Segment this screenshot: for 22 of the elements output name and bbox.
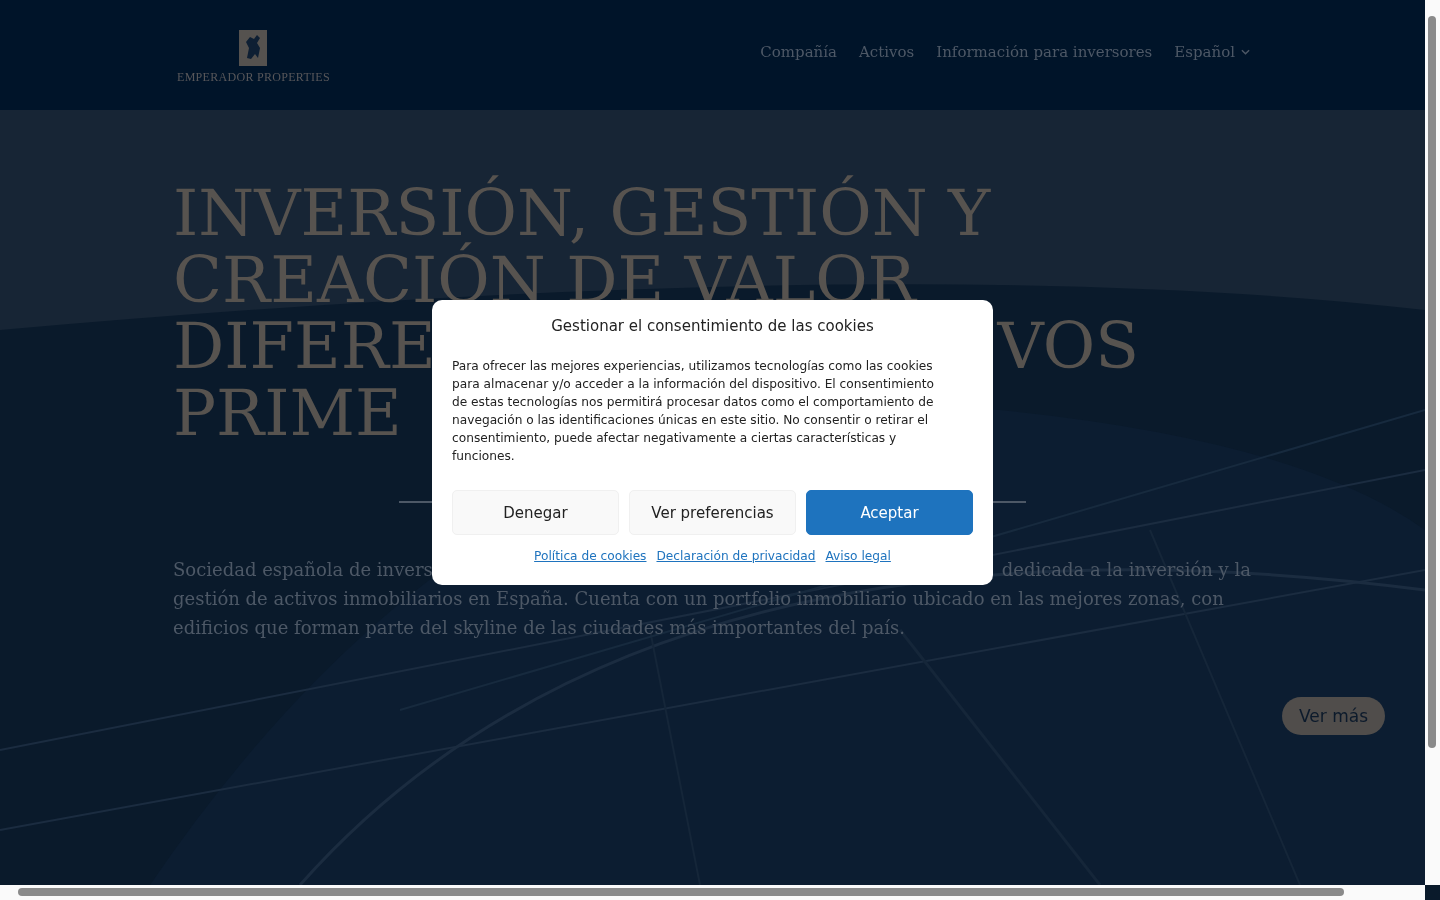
nav-link[interactable]: Activos: [859, 43, 915, 61]
consent-button[interactable]: Ver preferencias: [629, 490, 796, 535]
nav-link[interactable]: Español: [1174, 43, 1250, 61]
nav-link[interactable]: Compañía: [760, 43, 837, 61]
chevron-down-icon: [1241, 49, 1250, 55]
intro-text: dedicada a la inversión y la: [1001, 558, 1251, 582]
policy-link[interactable]: Política de cookies: [534, 549, 647, 563]
hero-heading: VOS: [997, 313, 1139, 380]
consent-button[interactable]: Aceptar: [806, 490, 973, 535]
intro-text: Sociedad española de invers: [173, 558, 433, 582]
intro-text: edificios que forman parte del skyline de las ciudades más importantes del país.: [173, 617, 905, 638]
logo-text[interactable]: EMPERADOR PROPERTIES: [177, 69, 330, 85]
nav-link[interactable]: Información para inversores: [936, 43, 1153, 61]
dialog-text: Para ofrecer las mejores experiencias, utilizamos tecnologías como las cookies para almacenar y/o acceder a la información del dispositivo. El consentimiento de estas tecnologías nos permitirá procesar datos como el comportamiento de navegación o las identificaciones únicas en este sitio. No consentir o retirar el consentimiento, puede afectar negativamente a ciertas características y funciones.: [452, 358, 935, 465]
consent-button[interactable]: Denegar: [452, 490, 619, 535]
intro-text: gestión de activos inmobiliarios en España. Cuenta con un portfolio inmobiliario ubicado en las mejores zonas, con: [173, 588, 1224, 609]
emblem-icon: [239, 29, 268, 66]
policy-link[interactable]: Aviso legal: [825, 549, 891, 563]
dialog-title: Gestionar el consentimiento de las cookies: [550, 317, 875, 335]
vertical-scrollbar[interactable]: [1425, 0, 1440, 885]
policy-link[interactable]: Declaración de privacidad: [656, 549, 816, 563]
horizontal-scrollbar[interactable]: [0, 885, 1425, 900]
